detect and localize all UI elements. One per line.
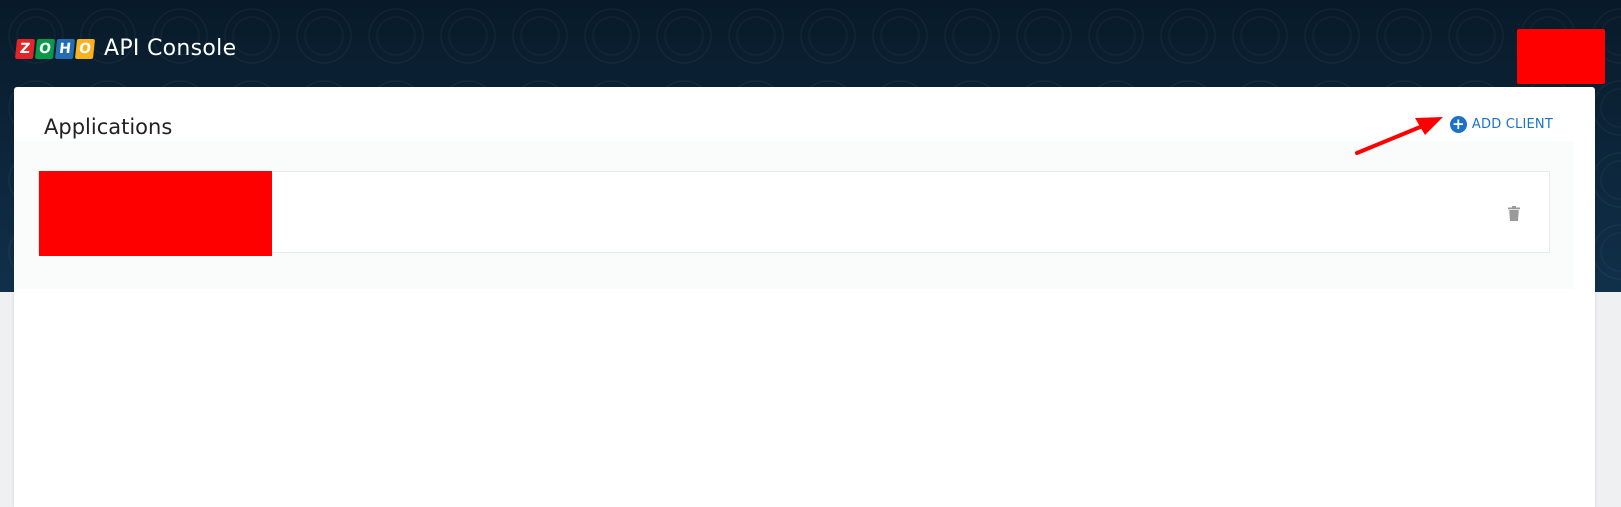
annotation-arrow — [1355, 117, 1443, 155]
logo-letter: H — [54, 38, 76, 59]
brand[interactable]: Z O H O API Console — [14, 36, 237, 61]
add-client-label: ADD CLIENT — [1471, 117, 1553, 132]
add-client-button[interactable]: + ADD CLIENT — [1449, 116, 1553, 133]
user-account-redacted[interactable] — [1517, 29, 1605, 84]
zoho-logo: Z O H O — [14, 38, 96, 59]
logo-letter: O — [34, 38, 56, 59]
client-name-redacted — [39, 171, 272, 256]
trash-icon[interactable] — [1508, 206, 1520, 221]
plus-circle-icon: + — [1449, 116, 1467, 133]
page-title: Applications — [44, 115, 173, 139]
app-title: API Console — [104, 36, 237, 61]
client-row[interactable] — [38, 171, 1550, 256]
logo-letter: O — [74, 38, 96, 59]
logo-letter: Z — [14, 38, 36, 59]
